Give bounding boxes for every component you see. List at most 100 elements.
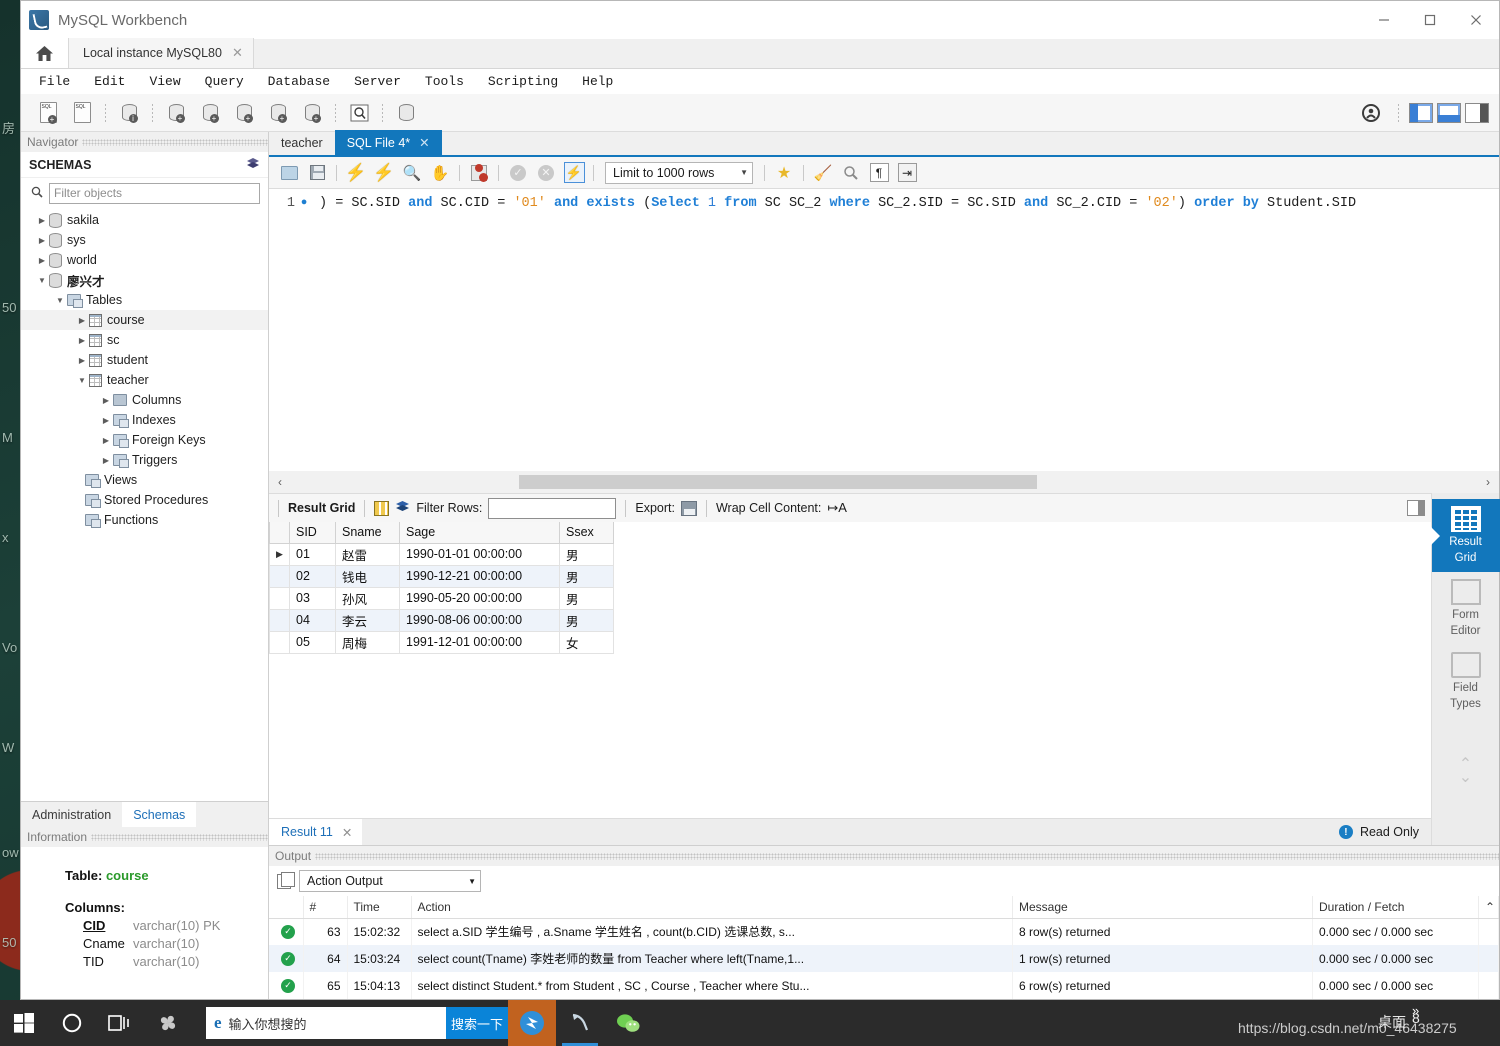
- chevron-down-icon[interactable]: ▼: [740, 168, 748, 177]
- cell-sname[interactable]: 李云: [335, 608, 400, 632]
- sidebar-item-functions[interactable]: Functions: [21, 510, 268, 530]
- sidebar-item-indexes[interactable]: Indexes: [21, 410, 268, 430]
- execute-icon[interactable]: ⚡: [342, 160, 370, 186]
- search-input[interactable]: e 输入你想搜的: [206, 1007, 446, 1039]
- windows-start-icon[interactable]: [0, 1000, 48, 1046]
- search-button[interactable]: 搜索一下: [446, 1007, 508, 1039]
- column-header-ssex[interactable]: Ssex: [559, 522, 614, 544]
- menu-query[interactable]: Query: [205, 74, 260, 89]
- table-row[interactable]: 02 钱电 1990-12-21 00:00:00 男: [269, 564, 614, 588]
- toggle-secondary-sidebar-icon[interactable]: [1465, 102, 1489, 123]
- side-button-form-editor[interactable]: Form Editor: [1432, 572, 1500, 645]
- desktop-tray-label[interactable]: 桌面: [1378, 1012, 1406, 1032]
- tab-administration[interactable]: Administration: [21, 802, 122, 828]
- menu-view[interactable]: View: [149, 74, 196, 89]
- chevron-right-icon[interactable]: [99, 436, 113, 445]
- refresh-grid-icon[interactable]: [395, 500, 410, 516]
- menu-server[interactable]: Server: [354, 74, 417, 89]
- cell-sname[interactable]: 赵雷: [335, 542, 400, 566]
- execute-current-statement-icon[interactable]: ⚡: [370, 160, 398, 186]
- chevron-right-icon[interactable]: [75, 336, 89, 345]
- fan-app-icon[interactable]: [144, 1000, 192, 1046]
- connection-tab-local-instance[interactable]: Local instance MySQL80 ✕: [69, 38, 254, 68]
- row-limit-select[interactable]: Limit to 1000 rows ▼: [605, 161, 753, 184]
- copy-icon[interactable]: [277, 871, 295, 889]
- commit-icon[interactable]: ✓: [504, 160, 532, 186]
- table-row[interactable]: ✓ 63 15:02:32 select a.SID 学生编号 , a.Snam…: [269, 918, 1499, 945]
- sidebar-item-tables[interactable]: Tables: [21, 290, 268, 310]
- refresh-icon[interactable]: [246, 157, 260, 173]
- explain-icon[interactable]: 🔍: [398, 160, 426, 186]
- output-log-table[interactable]: # Time Action Message Duration / Fetch ⌃…: [269, 896, 1499, 999]
- cell-sage[interactable]: 1990-08-06 00:00:00: [399, 608, 560, 632]
- scrollbar-thumb[interactable]: [519, 475, 1037, 489]
- stop-icon[interactable]: ✋: [426, 160, 454, 186]
- cell-sname[interactable]: 周梅: [335, 630, 400, 654]
- column-header-sage[interactable]: Sage: [399, 522, 560, 544]
- sidebar-item-foreign-keys[interactable]: Foreign Keys: [21, 430, 268, 450]
- sidebar-item-world[interactable]: world: [21, 250, 268, 270]
- column-header-action[interactable]: Action: [411, 896, 1013, 919]
- menu-edit[interactable]: Edit: [94, 74, 141, 89]
- toggle-output-icon[interactable]: [1437, 102, 1461, 123]
- menu-help[interactable]: Help: [582, 74, 629, 89]
- scroll-left-icon[interactable]: ‹: [269, 475, 291, 489]
- wechat-icon[interactable]: [604, 1000, 652, 1046]
- open-file-icon[interactable]: [275, 160, 303, 186]
- chevron-down-icon[interactable]: ▼: [468, 877, 476, 886]
- cell-sage[interactable]: 1991-12-01 00:00:00: [399, 630, 560, 654]
- cell-ssex[interactable]: 女: [559, 630, 614, 654]
- column-header-number[interactable]: #: [303, 896, 348, 919]
- chevron-right-icon[interactable]: [75, 316, 89, 325]
- cell-ssex[interactable]: 男: [559, 586, 614, 610]
- result-spinner-down-icon[interactable]: ⌄: [1459, 770, 1472, 786]
- table-row[interactable]: 04 李云 1990-08-06 00:00:00 男: [269, 608, 614, 632]
- chevron-right-icon[interactable]: [75, 356, 89, 365]
- menu-scripting[interactable]: Scripting: [488, 74, 574, 89]
- tab-sql-file-4[interactable]: SQL File 4* ✕: [334, 130, 442, 155]
- breakpoint-marker-icon[interactable]: ●: [295, 197, 313, 209]
- column-header-message[interactable]: Message: [1012, 896, 1313, 919]
- open-sql-script-icon[interactable]: [67, 98, 97, 128]
- cell-sid[interactable]: 05: [289, 630, 336, 654]
- menu-database[interactable]: Database: [268, 74, 346, 89]
- cell-sage[interactable]: 1990-05-20 00:00:00: [399, 586, 560, 610]
- sidebar-item-sakila[interactable]: sakila: [21, 210, 268, 230]
- find-icon[interactable]: [837, 160, 865, 186]
- sidebar-item-stored-procedures[interactable]: Stored Procedures: [21, 490, 268, 510]
- wrap-lines-icon[interactable]: ⇥: [893, 160, 921, 186]
- output-type-select[interactable]: Action Output ▼: [299, 870, 481, 892]
- chevron-right-icon[interactable]: [35, 256, 49, 265]
- sql-code-line[interactable]: 1 ● ) = SC.SID and SC.CID = '01' and exi…: [269, 193, 1499, 213]
- home-tab[interactable]: [21, 38, 69, 68]
- close-icon[interactable]: ✕: [342, 825, 352, 840]
- side-button-result-grid[interactable]: Result Grid: [1431, 499, 1500, 572]
- chevron-right-icon[interactable]: [99, 416, 113, 425]
- column-header-sid[interactable]: SID: [289, 522, 336, 544]
- cortana-circle-icon[interactable]: [48, 1000, 96, 1046]
- close-icon[interactable]: ✕: [232, 45, 243, 61]
- cell-sname[interactable]: 孙风: [335, 586, 400, 610]
- toggle-sidebar-icon[interactable]: [1409, 102, 1433, 123]
- scroll-right-icon[interactable]: ›: [1477, 475, 1499, 489]
- cell-sname[interactable]: 钱电: [335, 564, 400, 588]
- rollback-icon[interactable]: ✕: [532, 160, 560, 186]
- auto-commit-icon[interactable]: ⚡: [560, 160, 588, 186]
- mysql-workbench-icon[interactable]: [556, 1000, 604, 1046]
- sidebar-item-course[interactable]: course: [21, 310, 268, 330]
- save-file-icon[interactable]: [303, 160, 331, 186]
- tray-chevron-icon[interactable]: »: [1412, 1003, 1419, 1018]
- wrap-cell-icon[interactable]: ↦A: [827, 500, 847, 516]
- tab-result-11[interactable]: Result 11 ✕: [269, 818, 363, 846]
- table-row[interactable]: 05 周梅 1991-12-01 00:00:00 女: [269, 630, 614, 654]
- cell-sid[interactable]: 01: [289, 542, 336, 566]
- reverse-engineer-icon[interactable]: [391, 98, 421, 128]
- close-icon[interactable]: ✕: [419, 135, 429, 150]
- chevron-right-icon[interactable]: [99, 456, 113, 465]
- new-sql-tab-icon[interactable]: +: [33, 98, 63, 128]
- cell-sage[interactable]: 1990-01-01 00:00:00: [399, 542, 560, 566]
- add-snippet-icon[interactable]: ★: [770, 160, 798, 186]
- sidebar-item-triggers[interactable]: Triggers: [21, 450, 268, 470]
- toggle-breakpoint-icon[interactable]: [465, 160, 493, 186]
- thunder-app-icon[interactable]: [508, 1000, 556, 1046]
